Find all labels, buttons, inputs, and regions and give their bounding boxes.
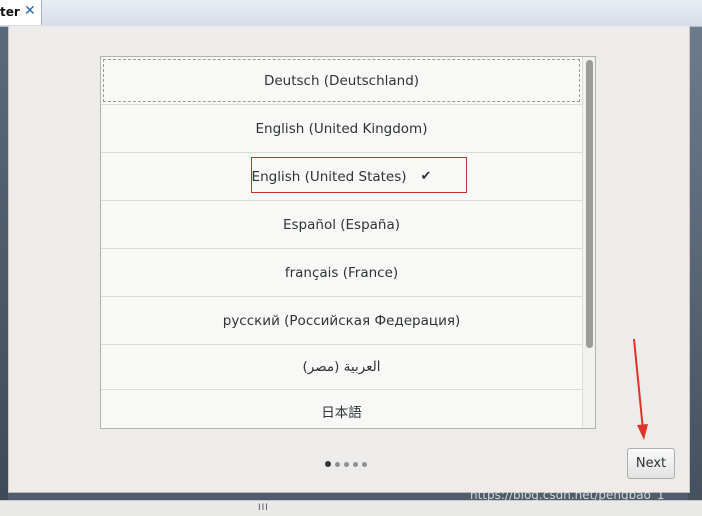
language-item-label: français (France) bbox=[284, 264, 399, 281]
language-item[interactable]: Español (España) bbox=[101, 201, 582, 249]
scrollbar-track[interactable] bbox=[582, 57, 595, 428]
setup-window: Deutsch (Deutschland) English (United Kin… bbox=[8, 26, 690, 493]
language-item-label: 日本語 bbox=[321, 405, 362, 421]
language-item[interactable]: English (United States) ✔ bbox=[101, 153, 582, 201]
language-list: Deutsch (Deutschland) English (United Kin… bbox=[101, 57, 582, 428]
language-item-content: Deutsch (Deutschland) bbox=[264, 73, 419, 89]
scrollbar-thumb[interactable] bbox=[586, 60, 593, 348]
page-indicator bbox=[325, 460, 367, 468]
page-dot bbox=[362, 461, 367, 467]
language-item-content: 日本語 bbox=[321, 401, 362, 421]
language-item[interactable]: français (France) bbox=[101, 249, 582, 297]
language-item[interactable]: English (United Kingdom) bbox=[101, 105, 582, 153]
language-item-label: русский (Российская Федерация) bbox=[222, 312, 461, 329]
desktop-background-left bbox=[0, 26, 8, 500]
language-item-label: English (United States) bbox=[251, 168, 407, 185]
page-dot bbox=[335, 461, 340, 467]
page-dot bbox=[325, 461, 331, 467]
language-item-content: English (United States) ✔ bbox=[252, 169, 432, 185]
check-icon: ✔ bbox=[420, 169, 432, 184]
language-item-content: العربية (مصر) bbox=[302, 359, 380, 375]
annotation-arrow-head bbox=[637, 424, 648, 440]
language-item[interactable]: العربية (مصر) bbox=[101, 345, 582, 390]
tab-active[interactable]: ter ✕ bbox=[0, 0, 42, 25]
watermark-text: https://blog.csdn.net/pengbao_1 bbox=[470, 488, 665, 502]
bottom-status-bar: III bbox=[0, 500, 702, 516]
next-button[interactable]: Next bbox=[627, 448, 675, 479]
resize-grip[interactable]: III bbox=[258, 503, 269, 513]
arrow-down-icon bbox=[633, 338, 648, 440]
language-item[interactable]: русский (Российская Федерация) bbox=[101, 297, 582, 345]
language-item[interactable]: Deutsch (Deutschland) bbox=[101, 57, 582, 105]
language-item-content: English (United Kingdom) bbox=[256, 121, 428, 137]
language-list-frame: Deutsch (Deutschland) English (United Kin… bbox=[100, 56, 596, 429]
language-item-label: Deutsch (Deutschland) bbox=[263, 72, 420, 89]
page-dot bbox=[344, 461, 349, 467]
language-item-label: العربية (مصر) bbox=[302, 359, 381, 375]
page-dot bbox=[353, 461, 358, 467]
annotation-arrow-line bbox=[633, 338, 644, 431]
tab-bar: ter ✕ bbox=[0, 0, 702, 27]
language-item-content: русский (Российская Федерация) bbox=[223, 313, 460, 329]
language-item[interactable]: 日本語 bbox=[101, 390, 582, 428]
tab-title: ter bbox=[0, 5, 20, 19]
language-item-content: Español (España) bbox=[283, 217, 400, 233]
close-icon[interactable]: ✕ bbox=[24, 3, 36, 19]
language-item-content: français (France) bbox=[285, 265, 398, 281]
desktop-background-right bbox=[688, 26, 702, 500]
language-item-label: English (United Kingdom) bbox=[255, 120, 428, 137]
language-item-label: Español (España) bbox=[282, 216, 401, 233]
